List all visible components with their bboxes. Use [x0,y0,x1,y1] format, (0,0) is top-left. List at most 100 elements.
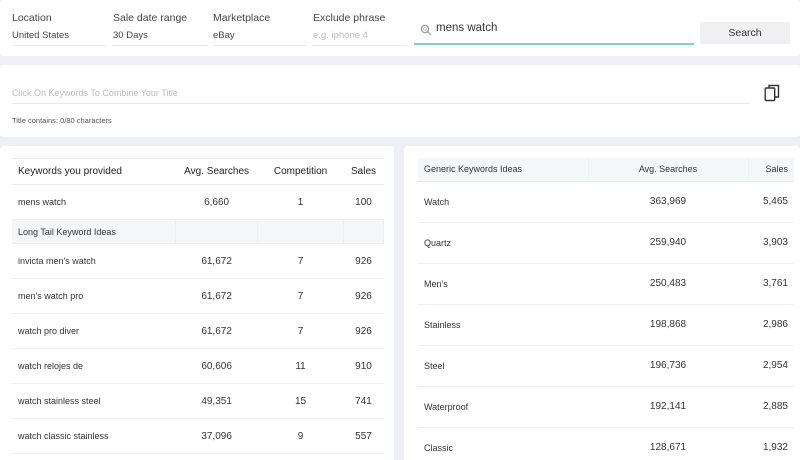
keyword-cell[interactable]: watch classic stainless [12,418,176,454]
competition-cell: 11 [257,348,344,384]
table-row[interactable]: Men's 250,483 3,761 [418,263,794,305]
sales-cell: 2,885 [748,386,794,428]
location-select[interactable]: United States [12,30,106,46]
title-builder: Title contains: 0/80 characters [0,65,800,137]
location-label: Location [12,12,52,24]
avg-searches-cell: 61,672 [175,278,258,314]
competition-cell: 7 [257,313,344,349]
sales-cell: 2,954 [748,345,794,387]
keyword-cell[interactable]: mens watch [12,184,176,220]
avg-searches-cell: 6,660 [175,184,258,220]
table-row[interactable]: Stainless 198,868 2,986 [418,304,794,346]
keyword-cell[interactable]: watch stainless steel [12,383,176,419]
title-input[interactable] [12,88,750,104]
avg-searches-cell: 37,096 [175,418,258,454]
table-header-row: Generic Keywords Ideas Avg. Searches Sal… [418,158,794,182]
table-row[interactable]: invicta men's watch 61,672 7 926 [12,243,384,279]
table-row[interactable]: watch pro diver 61,672 7 926 [12,313,384,349]
table-row[interactable]: Quartz 259,940 3,903 [418,222,794,264]
table-row[interactable]: Watch 363,969 5,465 [418,181,794,223]
sales-cell: 926 [343,313,384,349]
section-empty-cell [257,219,344,244]
sales-cell: 5,465 [748,181,794,223]
avg-searches-cell: 363,969 [588,181,748,223]
avg-searches-cell: 49,351 [175,383,258,419]
sales-cell: 2,986 [748,304,794,346]
copy-icon[interactable] [764,84,780,102]
competition-cell: 9 [257,418,344,454]
avg-searches-cell: 259,940 [588,222,748,264]
search-icon [420,24,432,36]
search-input[interactable] [436,22,686,34]
filter-bar: Location United States Sale date range 3… [0,0,800,56]
keyword-cell[interactable]: Classic [418,427,588,460]
generic-keywords-table: Generic Keywords Ideas Avg. Searches Sal… [418,158,794,460]
title-char-count: Title contains: 0/80 characters [12,116,112,125]
sales-cell: 1,932 [748,427,794,460]
exclude-phrase-input[interactable] [313,30,407,46]
column-header-avg-searches[interactable]: Avg. Searches [175,158,258,185]
section-empty-cell [343,219,385,244]
avg-searches-cell: 61,672 [175,243,258,279]
avg-searches-cell: 198,868 [588,304,748,346]
column-header-sales[interactable]: Sales [747,158,794,182]
keyword-cell[interactable]: invicta men's watch [12,243,176,279]
sales-cell: 3,761 [748,263,794,305]
competition-cell: 7 [257,243,344,279]
section-empty-cell [175,219,259,244]
competition-cell: 7 [257,278,344,314]
table-row[interactable]: watch stainless steel 49,351 15 741 [12,383,384,419]
marketplace-filter[interactable]: Marketplace eBay [213,12,307,46]
keywords-panel: Keywords you provided Avg. Searches Comp… [0,146,394,460]
keyword-cell[interactable]: watch relojes de [12,348,176,384]
avg-searches-cell: 192,141 [588,386,748,428]
avg-searches-cell: 250,483 [588,263,748,305]
sales-cell: 926 [343,278,384,314]
column-header-sales[interactable]: Sales [343,158,384,185]
keyword-cell[interactable]: Watch [418,181,588,223]
sales-cell: 926 [343,243,384,279]
keywords-table: Keywords you provided Avg. Searches Comp… [12,158,385,454]
avg-searches-cell: 60,606 [175,348,258,384]
table-header-row: Keywords you provided Avg. Searches Comp… [12,158,384,185]
table-row[interactable]: men's watch pro 61,672 7 926 [12,278,384,314]
column-header-avg-searches[interactable]: Avg. Searches [587,158,748,182]
sales-cell: 910 [343,348,384,384]
search-field[interactable] [414,18,694,45]
section-header-row: Long Tail Keyword Ideas [12,219,385,244]
marketplace-label: Marketplace [213,12,271,24]
exclude-phrase-filter: Exclude phrase [313,12,407,46]
table-row[interactable]: Steel 196,736 2,954 [418,345,794,387]
avg-searches-cell: 128,671 [588,427,748,460]
keyword-cell[interactable]: Waterproof [418,386,588,428]
sales-cell: 3,903 [748,222,794,264]
column-header-keyword[interactable]: Keywords you provided [12,158,176,185]
keyword-cell[interactable]: watch pro diver [12,313,176,349]
keyword-cell[interactable]: Stainless [418,304,588,346]
keyword-cell[interactable]: men's watch pro [12,278,176,314]
column-header-generic-keyword[interactable]: Generic Keywords Ideas [418,158,588,182]
sales-cell: 741 [343,383,384,419]
location-filter[interactable]: Location United States [12,12,106,46]
avg-searches-cell: 196,736 [588,345,748,387]
table-row[interactable]: Waterproof 192,141 2,885 [418,386,794,428]
section-label: Long Tail Keyword Ideas [12,219,177,244]
keyword-cell[interactable]: Men's [418,263,588,305]
sale-date-range-filter[interactable]: Sale date range 30 Days [113,12,207,46]
search-button[interactable]: Search [700,22,790,44]
column-header-competition[interactable]: Competition [257,158,344,185]
keyword-cell[interactable]: Steel [418,345,588,387]
avg-searches-cell: 61,672 [175,313,258,349]
table-row[interactable]: Classic 128,671 1,932 [418,427,794,460]
sale-date-range-select[interactable]: 30 Days [113,30,207,46]
table-row[interactable]: watch relojes de 60,606 11 910 [12,348,384,384]
competition-cell: 15 [257,383,344,419]
sales-cell: 100 [343,184,384,220]
table-row[interactable]: watch classic stainless 37,096 9 557 [12,418,384,454]
table-row[interactable]: mens watch 6,660 1 100 [12,184,384,220]
exclude-phrase-label: Exclude phrase [313,12,386,24]
keyword-cell[interactable]: Quartz [418,222,588,264]
sales-cell: 557 [343,418,384,454]
marketplace-select[interactable]: eBay [213,30,307,46]
sale-date-range-label: Sale date range [113,12,188,24]
